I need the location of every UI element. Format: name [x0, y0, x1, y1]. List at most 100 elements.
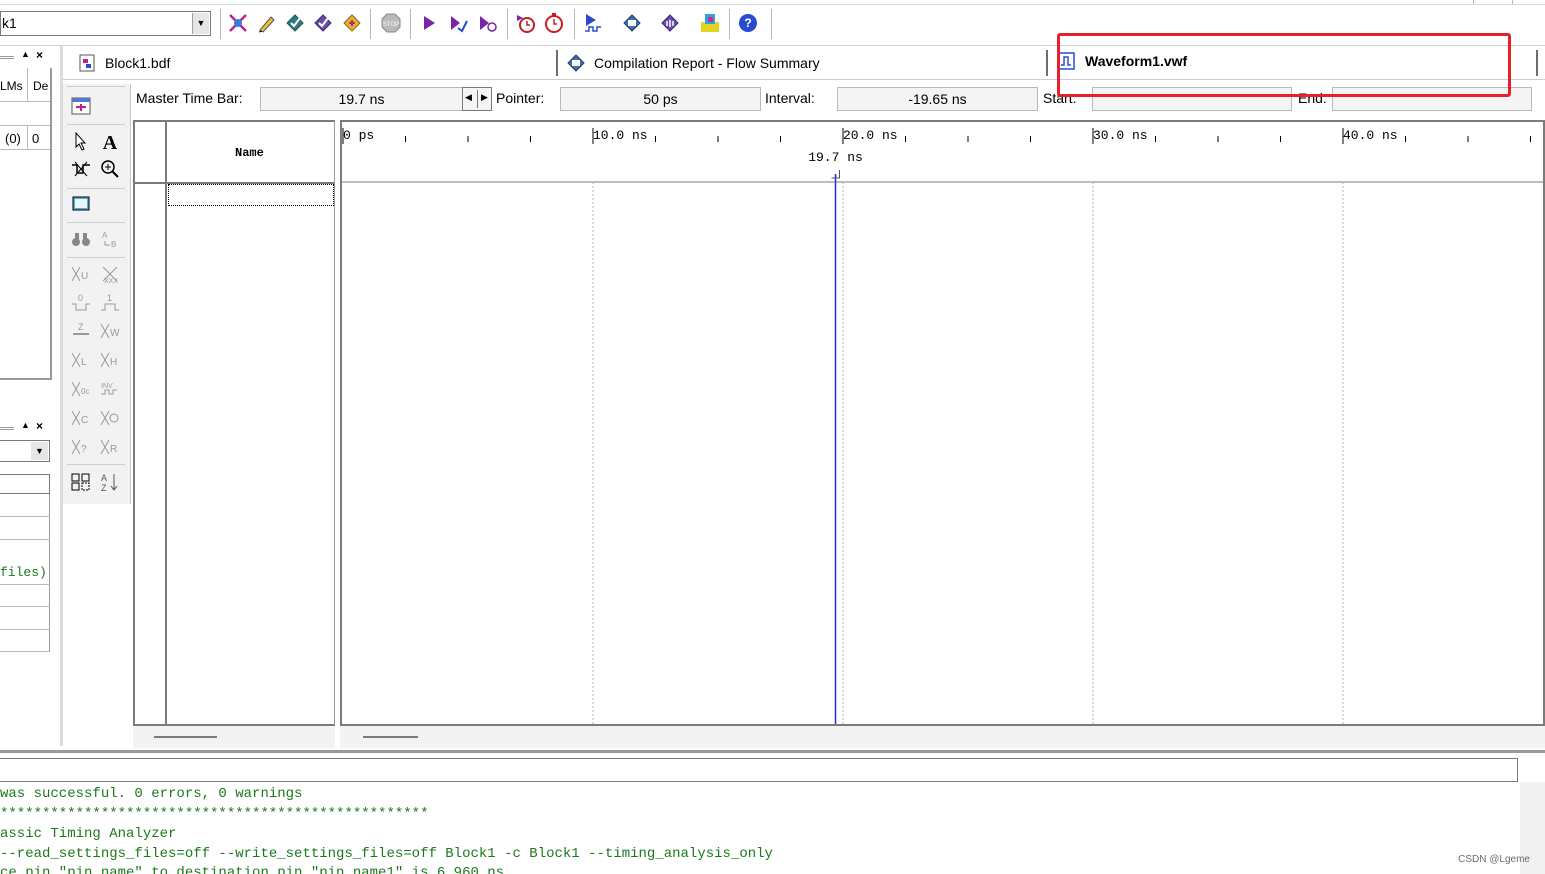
random-value-button[interactable]: R: [97, 434, 123, 460]
chevron-down-icon[interactable]: ▼: [192, 13, 209, 34]
high-impedance-button[interactable]: Z: [68, 318, 94, 344]
help-button[interactable]: ?: [735, 10, 761, 36]
text-tool-icon: A: [103, 132, 118, 152]
insert-node-icon: [71, 97, 91, 115]
messages-list[interactable]: was successful. 0 errors, 0 warnings ***…: [0, 786, 1518, 874]
run-button[interactable]: [416, 10, 442, 36]
panel2-filter-select[interactable]: ▼: [0, 440, 50, 462]
compile-button[interactable]: [310, 10, 336, 36]
table-row[interactable]: files): [0, 562, 50, 584]
waveform-canvas[interactable]: 0 ps 10.0 ns 20.0 ns 30.0 ns 40.0 ns 19.7 ns: [342, 122, 1543, 724]
master-time-bar-field[interactable]: 19.7 ns: [260, 87, 463, 111]
forcing-high-icon: 1: [101, 293, 119, 311]
uninitialized-button[interactable]: U: [68, 261, 94, 287]
arbitrary-value-button[interactable]: ?: [68, 434, 94, 460]
chevron-down-icon[interactable]: ▼: [31, 442, 48, 460]
svg-text:?: ?: [744, 16, 751, 30]
chip-button[interactable]: [697, 10, 723, 36]
ruler-tick-label: 20.0 ns: [843, 128, 898, 143]
zoom-tool-button[interactable]: [97, 156, 123, 182]
waveform-pane[interactable]: 0 ps 10.0 ns 20.0 ns 30.0 ns 40.0 ns 19.7 ns: [340, 120, 1545, 726]
table-row[interactable]: (0) 0: [0, 126, 50, 150]
message-line[interactable]: --read_settings_files=off --write_settin…: [0, 846, 773, 862]
close-icon[interactable]: ×: [36, 419, 43, 433]
run-to-button[interactable]: [445, 10, 471, 36]
compile-icon: [314, 14, 332, 32]
waveform-scrollbar[interactable]: [340, 726, 1545, 748]
report-icon: [567, 54, 585, 72]
forcing-high-button[interactable]: 1: [97, 290, 123, 316]
project-select-value: k1: [2, 15, 17, 31]
waveform-editing-tool-button[interactable]: [68, 156, 94, 182]
dont-care-button[interactable]: XXX: [97, 261, 123, 287]
time-bar-stepper[interactable]: ◀ ▶: [462, 87, 492, 111]
grip-icon: [0, 56, 14, 59]
invert-value-button[interactable]: INV: [97, 376, 123, 402]
compile-check-button[interactable]: [282, 10, 308, 36]
name-column-header[interactable]: Name: [235, 146, 264, 160]
snap-to-grid-button[interactable]: [68, 469, 94, 495]
message-line[interactable]: assic Timing Analyzer: [0, 826, 176, 842]
empty-node-row[interactable]: [168, 184, 334, 206]
restore-icon[interactable]: ▲: [21, 49, 30, 59]
waveform-button[interactable]: [619, 10, 645, 36]
timer-button[interactable]: [541, 10, 567, 36]
block-diagram-icon: [79, 54, 95, 72]
pointer-icon: [75, 131, 87, 151]
timing-button[interactable]: [513, 10, 539, 36]
messages-header: [0, 758, 1518, 782]
edit-icon: [258, 16, 275, 33]
name-pane-scrollbar[interactable]: [133, 726, 335, 748]
simulate-button[interactable]: [580, 10, 606, 36]
stop-button[interactable]: STOP: [378, 10, 404, 36]
panel1-body: LMs De (0) 0: [0, 68, 52, 380]
count-value-button[interactable]: [97, 405, 123, 431]
scrollbar-thumb[interactable]: [363, 736, 418, 738]
analysis-button[interactable]: [225, 10, 251, 36]
column-divider: [27, 126, 28, 150]
scrollbar-thumb[interactable]: [154, 736, 217, 738]
tab-divider: [1046, 50, 1048, 76]
stop-icon: STOP: [381, 13, 401, 33]
inv-icon: INV: [101, 383, 117, 395]
weak-low-button[interactable]: L: [68, 347, 94, 373]
message-line[interactable]: ce pin "pin_name" to destination pin "pi…: [0, 865, 504, 874]
step-button[interactable]: [474, 10, 500, 36]
next-transition-icon[interactable]: ▶: [481, 92, 488, 103]
start-icon: [343, 14, 361, 32]
waveform-icon: [623, 14, 641, 32]
message-line[interactable]: ****************************************…: [0, 806, 428, 822]
tab-block1[interactable]: Block1.bdf: [77, 52, 170, 74]
selection-tool-button[interactable]: [68, 128, 94, 154]
edit-button[interactable]: [254, 10, 280, 36]
svg-text:A: A: [102, 231, 108, 240]
insert-node-button[interactable]: [68, 93, 94, 119]
find-button[interactable]: [68, 226, 94, 252]
tab-compilation-report[interactable]: Compilation Report - Flow Summary: [566, 52, 820, 74]
close-icon[interactable]: ×: [36, 48, 43, 62]
sort-button[interactable]: AZ: [97, 469, 123, 495]
full-screen-button[interactable]: [68, 191, 94, 217]
start-button[interactable]: [339, 10, 365, 36]
message-line[interactable]: was successful. 0 errors, 0 warnings: [0, 786, 302, 802]
weak-unknown-button[interactable]: W: [97, 318, 123, 344]
previous-transition-icon[interactable]: ◀: [465, 92, 472, 103]
palette-separator: [67, 464, 125, 465]
invert-button[interactable]: 0c: [68, 376, 94, 402]
replace-button[interactable]: AB: [97, 226, 123, 252]
restore-icon[interactable]: ▲: [21, 420, 30, 430]
waveform-tool-palette: A AB U XXX 0 1 Z W L H 0c INV C ? R A Z: [63, 84, 131, 504]
weak-low-icon: L: [71, 352, 87, 368]
compile-check-icon: [286, 14, 304, 32]
programmer-button[interactable]: [657, 10, 683, 36]
svg-text:Z: Z: [78, 322, 84, 332]
value-column: [135, 122, 167, 726]
node-name-pane[interactable]: Name: [133, 120, 335, 726]
overwrite-clock-button[interactable]: C: [68, 405, 94, 431]
invert-icon: 0c: [71, 381, 89, 397]
text-tool-button[interactable]: A: [97, 128, 123, 154]
clock-icon: C: [71, 410, 88, 426]
weak-high-button[interactable]: H: [97, 347, 123, 373]
project-select[interactable]: k1 ▼: [0, 11, 211, 36]
forcing-low-button[interactable]: 0: [68, 290, 94, 316]
